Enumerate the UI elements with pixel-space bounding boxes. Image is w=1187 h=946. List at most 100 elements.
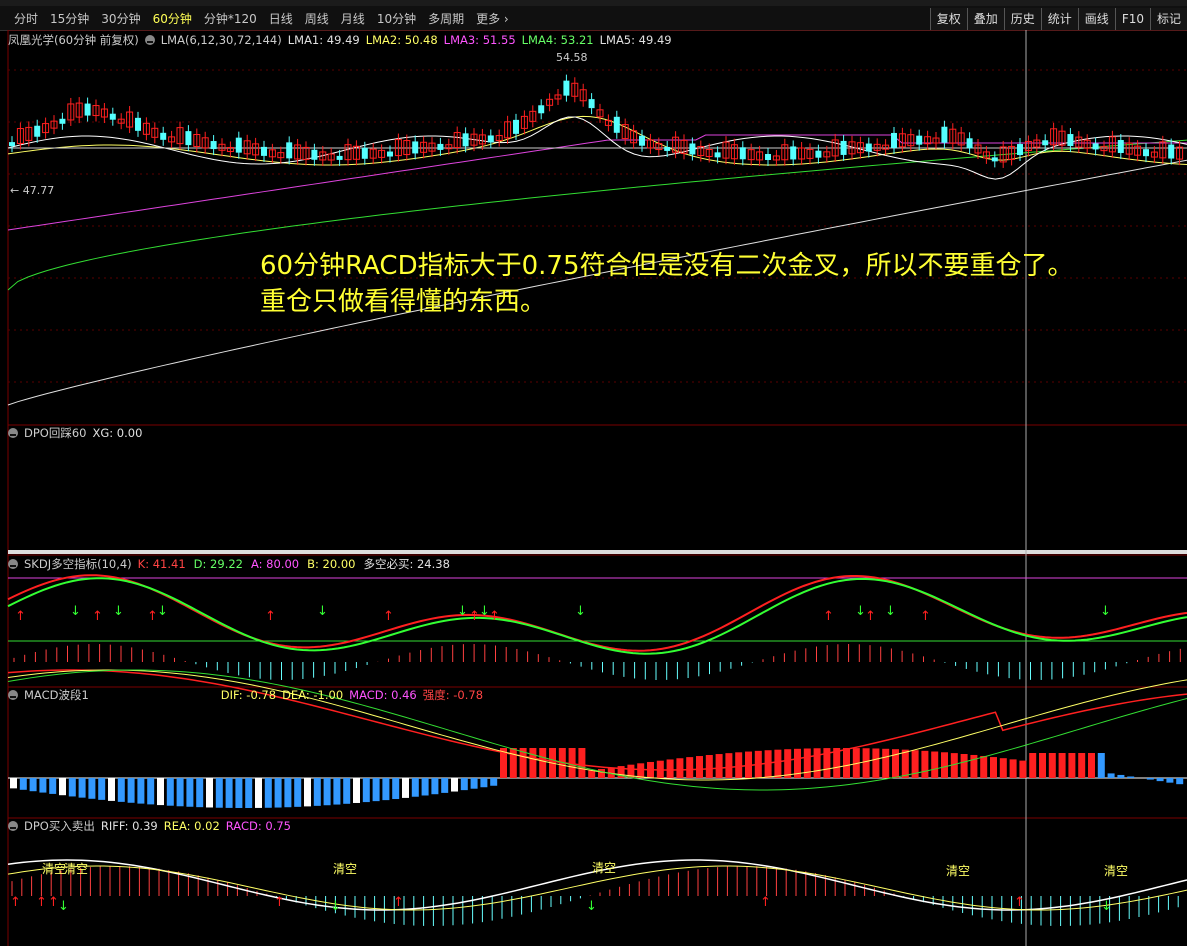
macd-bar — [78, 778, 86, 798]
macd-bar — [372, 778, 380, 802]
settings-gear-icon[interactable] — [8, 428, 18, 438]
ma-line-magenta — [7, 134, 1187, 231]
period-tab-9[interactable]: 多周期 — [422, 10, 470, 28]
period-tab-4[interactable]: 分钟*120 — [198, 10, 263, 28]
annotation-text: 60分钟RACD指标大于0.75符合但是没有二次金叉，所以不要重仓了。 重仓只做… — [260, 248, 1074, 320]
indicator-value: LMA2: 50.48 — [365, 33, 438, 47]
macd-bar — [186, 778, 194, 807]
macd-bar — [784, 749, 792, 778]
macd-bar — [323, 778, 331, 806]
macd-bar — [392, 778, 400, 800]
macd-bar — [843, 748, 850, 778]
macd-bar — [941, 752, 948, 778]
tool-button-2[interactable]: 历史 — [1003, 8, 1041, 30]
macd-bar — [382, 778, 390, 801]
period-tab-2[interactable]: 30分钟 — [95, 10, 146, 28]
macd-red-line — [7, 669, 1187, 771]
tool-button-6[interactable]: 标记 — [1149, 8, 1187, 30]
tool-button-3[interactable]: 统计 — [1040, 8, 1078, 30]
candle-body — [815, 150, 822, 158]
macd-bar — [245, 778, 253, 808]
macd-bar — [127, 778, 135, 803]
sell-arrow-icon: ↓ — [1101, 899, 1112, 914]
macd-bar — [88, 778, 96, 799]
clear-signal-label: 清空 — [64, 862, 88, 876]
chart-canvas[interactable]: ↑ ↓ ↑ ↓ ↑ ↓ ↑ ↓ ↑ ↓ ↑ ↓ ↑ ↓ ↑ ↓ ↑ ↓ ↑ ↓清空清空 清空 清空 清空 清空↑ ↑ ↑ ↓ ↑ ↓ ↑ ↓… — [0, 30, 1187, 946]
candle-body — [689, 143, 696, 155]
candle-body — [739, 147, 746, 160]
macd-values: DIF: -0.78 DEA: -1.00 MACD: 0.46 强度: -0.78 — [221, 687, 483, 703]
settings-gear-icon[interactable] — [144, 35, 155, 45]
tool-button-0[interactable]: 复权 — [929, 8, 967, 30]
macd-bar — [421, 778, 429, 796]
macd-bar — [470, 778, 478, 789]
indicator-value: MACD: 0.46 — [349, 688, 417, 702]
indicator-value: XG: 0.00 — [92, 426, 143, 440]
period-tab-10[interactable]: 更多 › — [470, 10, 515, 28]
buy-arrow-icon: ↑ — [36, 895, 47, 910]
indicator-value: LMA1: 49.49 — [287, 33, 360, 47]
sell-arrow-icon: ↓ — [113, 604, 124, 619]
indicator-value: K: 41.41 — [137, 557, 186, 571]
candle-body — [286, 142, 293, 159]
period-tab-8[interactable]: 10分钟 — [371, 10, 422, 28]
tool-button-5[interactable]: F10 — [1114, 8, 1150, 30]
macd-bar — [460, 778, 468, 791]
candle-body — [1067, 134, 1074, 147]
skdj-panel-header: SKDJ多空指标(10,4) K: 41.41 D: 29.22 A: 80.00 B… — [8, 556, 450, 572]
period-tab-5[interactable]: 日线 — [263, 10, 299, 28]
macd-bar — [1019, 760, 1027, 778]
indicator-value: 多空必买: 24.38 — [363, 557, 450, 571]
macd-bar — [284, 778, 292, 808]
macd-bar — [157, 778, 164, 806]
candle-body — [840, 140, 847, 155]
settings-gear-icon[interactable] — [8, 821, 18, 831]
indicator-value: REA: 0.02 — [163, 819, 220, 833]
skdj-title: SKDJ多空指标(10,4) — [24, 557, 132, 571]
dpo-panel-header: DPO回踩60 XG: 0.00 — [8, 425, 142, 441]
macd-bar — [539, 748, 547, 778]
period-tabs: 分时 15分钟 30分钟 60分钟 分钟*120 日线 周线 月线 10分钟 多周期 更多 › — [8, 10, 515, 28]
period-tab-3[interactable]: 60分钟 — [147, 10, 198, 28]
dpo-trade-values: RIFF: 0.39 REA: 0.02 RACD: 0.75 — [101, 818, 291, 834]
indicator-value: RACD: 0.75 — [225, 819, 291, 833]
tool-button-1[interactable]: 叠加 — [966, 8, 1004, 30]
candle-body — [941, 126, 948, 143]
macd-bar — [598, 768, 605, 778]
candle-body — [185, 131, 192, 146]
panel-divider — [8, 550, 1187, 554]
candle-body — [487, 135, 494, 143]
macd-bar — [1146, 778, 1154, 780]
macd-bar — [108, 778, 115, 801]
candle-body — [311, 149, 318, 160]
settings-gear-icon[interactable] — [8, 690, 18, 700]
macd-bar — [49, 778, 57, 794]
macd-bar — [529, 748, 537, 778]
sell-arrow-icon: ↓ — [317, 604, 328, 619]
candle-body — [891, 132, 897, 148]
macd-bar — [441, 778, 449, 793]
indicator-value: LMA4: 53.21 — [521, 33, 594, 47]
buy-arrow-icon: ↑ — [920, 609, 931, 624]
macd-bar — [1039, 753, 1046, 778]
settings-gear-icon[interactable] — [8, 559, 18, 569]
macd-bar — [1117, 774, 1125, 778]
macd-bar — [715, 754, 723, 778]
period-tab-7[interactable]: 月线 — [335, 10, 371, 28]
macd-bar — [313, 778, 321, 806]
macd-bar — [294, 778, 302, 807]
candle-body — [865, 143, 872, 152]
candle-body — [235, 137, 242, 153]
macd-bar — [353, 778, 360, 803]
candle-body — [9, 142, 15, 147]
tool-button-4[interactable]: 画线 — [1077, 8, 1115, 30]
candle-body — [1017, 144, 1023, 156]
period-tab-1[interactable]: 15分钟 — [44, 10, 95, 28]
macd-bar — [480, 778, 488, 788]
period-tab-6[interactable]: 周线 — [299, 10, 335, 28]
macd-bar — [59, 778, 66, 796]
annotation-line-1: 60分钟RACD指标大于0.75符合但是没有二次金叉，所以不要重仓了。 — [260, 251, 1074, 281]
period-tab-0[interactable]: 分时 — [8, 10, 44, 28]
buy-arrow-icon: ↑ — [92, 609, 103, 624]
candle-body — [84, 103, 91, 116]
